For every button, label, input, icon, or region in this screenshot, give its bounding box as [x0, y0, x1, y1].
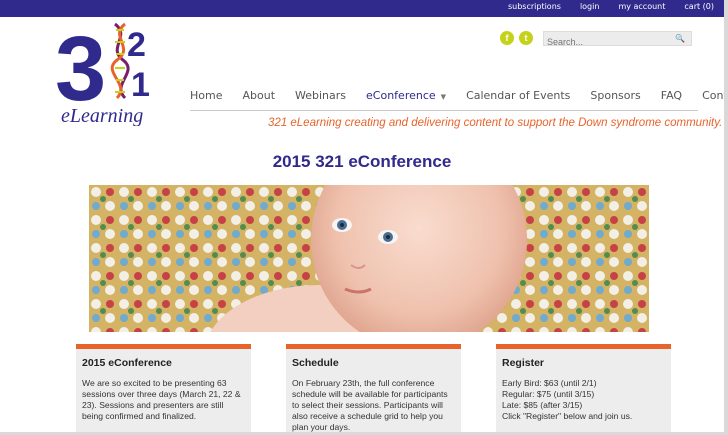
nav-item-calendar[interactable]: Calendar of Events	[466, 89, 570, 102]
nav-item-about[interactable]: About	[242, 89, 275, 102]
subscriptions-link[interactable]: subscriptions	[508, 2, 561, 11]
facebook-icon[interactable]: f	[500, 31, 514, 45]
twitter-icon[interactable]: t	[519, 31, 533, 45]
nav-item-econference[interactable]: eConference ▼	[366, 89, 446, 102]
my-account-link[interactable]: my account	[618, 2, 665, 11]
browser-viewport: subscriptions login my account cart (0) …	[0, 0, 728, 435]
utility-links: subscriptions login my account cart (0)	[489, 2, 714, 11]
nav-item-econference-label: eConference	[366, 89, 436, 102]
column-title: Register	[502, 357, 545, 369]
info-column-schedule: Schedule On February 23th, the full conf…	[286, 344, 461, 432]
column-title: Schedule	[292, 357, 339, 369]
search-box: 🔍	[543, 31, 692, 49]
nav-item-faq[interactable]: FAQ	[661, 89, 682, 102]
info-column-econference: 2015 eConference We are so excited to be…	[76, 344, 251, 432]
logo-wordmark: eLearning	[61, 105, 143, 126]
nav-divider	[190, 110, 698, 111]
cart-link[interactable]: cart (0)	[684, 2, 714, 11]
nav-item-home[interactable]: Home	[190, 89, 222, 102]
register-cta-text: Click "Register" below and join us.	[502, 411, 633, 421]
column-title: 2015 eConference	[82, 357, 172, 369]
search-input[interactable]	[544, 35, 669, 49]
logo-digit-2: 2	[127, 26, 146, 64]
hero-image-baby	[89, 185, 649, 332]
column-body: On February 23th, the full conference sc…	[292, 378, 448, 432]
site-tagline: 321 eLearning creating and delivering co…	[268, 117, 723, 129]
nav-item-contact[interactable]: Contact Us	[702, 89, 724, 102]
main-nav: Home About Webinars eConference ▼ Calenda…	[190, 89, 724, 102]
info-column-register: Register Early Bird: $63 (until 2/1) Reg…	[496, 344, 671, 432]
page-title: 2015 321 eConference	[272, 152, 452, 171]
column-body: We are so excited to be presenting 63 se…	[82, 378, 241, 421]
price-regular: Regular: $75 (until 3/15)	[502, 389, 595, 399]
login-link[interactable]: login	[580, 2, 600, 11]
social-links: f t	[500, 31, 533, 45]
price-late: Late: $85 (after 3/15)	[502, 400, 583, 410]
top-utility-bar: subscriptions login my account cart (0)	[0, 0, 724, 17]
search-icon[interactable]: 🔍	[675, 34, 685, 43]
nav-item-sponsors[interactable]: Sponsors	[590, 89, 640, 102]
dna-helix-icon	[110, 22, 130, 100]
logo-digit-1: 1	[131, 66, 150, 104]
chevron-down-icon: ▼	[440, 93, 447, 101]
price-early-bird: Early Bird: $63 (until 2/1)	[502, 378, 597, 388]
site-logo[interactable]: 3 2 1 eLearning	[55, 22, 160, 126]
nav-item-webinars[interactable]: Webinars	[295, 89, 346, 102]
